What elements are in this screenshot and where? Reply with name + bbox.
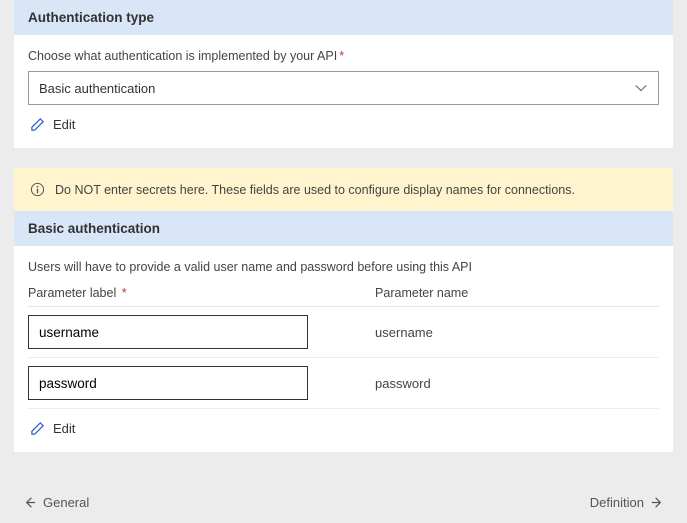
table-row: password bbox=[28, 358, 659, 409]
warning-text: Do NOT enter secrets here. These fields … bbox=[55, 183, 575, 197]
warning-banner: Do NOT enter secrets here. These fields … bbox=[14, 168, 673, 211]
auth-type-select[interactable]: Basic authentication bbox=[28, 71, 659, 105]
nav-next-label: Definition bbox=[590, 495, 644, 510]
param-name-1: password bbox=[375, 376, 659, 391]
edit-basic-auth-button[interactable]: Edit bbox=[30, 421, 75, 436]
param-table: Parameter label * Parameter name usernam… bbox=[28, 280, 659, 409]
param-table-head: Parameter label * Parameter name bbox=[28, 280, 659, 307]
param-label-input-0[interactable] bbox=[28, 315, 308, 349]
footer-nav: General Definition bbox=[0, 481, 687, 523]
arrow-left-icon bbox=[22, 495, 37, 510]
edit-auth-label: Edit bbox=[53, 117, 75, 132]
nav-next-definition[interactable]: Definition bbox=[590, 495, 665, 510]
table-row: username bbox=[28, 307, 659, 358]
pencil-icon bbox=[30, 117, 45, 132]
auth-type-label: Choose what authentication is implemente… bbox=[28, 49, 659, 63]
param-label-input-1[interactable] bbox=[28, 366, 308, 400]
pencil-icon bbox=[30, 421, 45, 436]
nav-prev-label: General bbox=[43, 495, 89, 510]
chevron-down-icon bbox=[634, 81, 648, 95]
auth-type-header: Authentication type bbox=[14, 0, 673, 35]
param-name-0: username bbox=[375, 325, 659, 340]
edit-basic-label: Edit bbox=[53, 421, 75, 436]
basic-auth-desc: Users will have to provide a valid user … bbox=[28, 260, 659, 274]
arrow-right-icon bbox=[650, 495, 665, 510]
auth-type-select-value: Basic authentication bbox=[39, 81, 155, 96]
basic-auth-header: Basic authentication bbox=[14, 211, 673, 246]
edit-auth-type-button[interactable]: Edit bbox=[30, 117, 75, 132]
info-icon bbox=[30, 182, 45, 197]
nav-prev-general[interactable]: General bbox=[22, 495, 89, 510]
required-asterisk: * bbox=[339, 49, 344, 63]
